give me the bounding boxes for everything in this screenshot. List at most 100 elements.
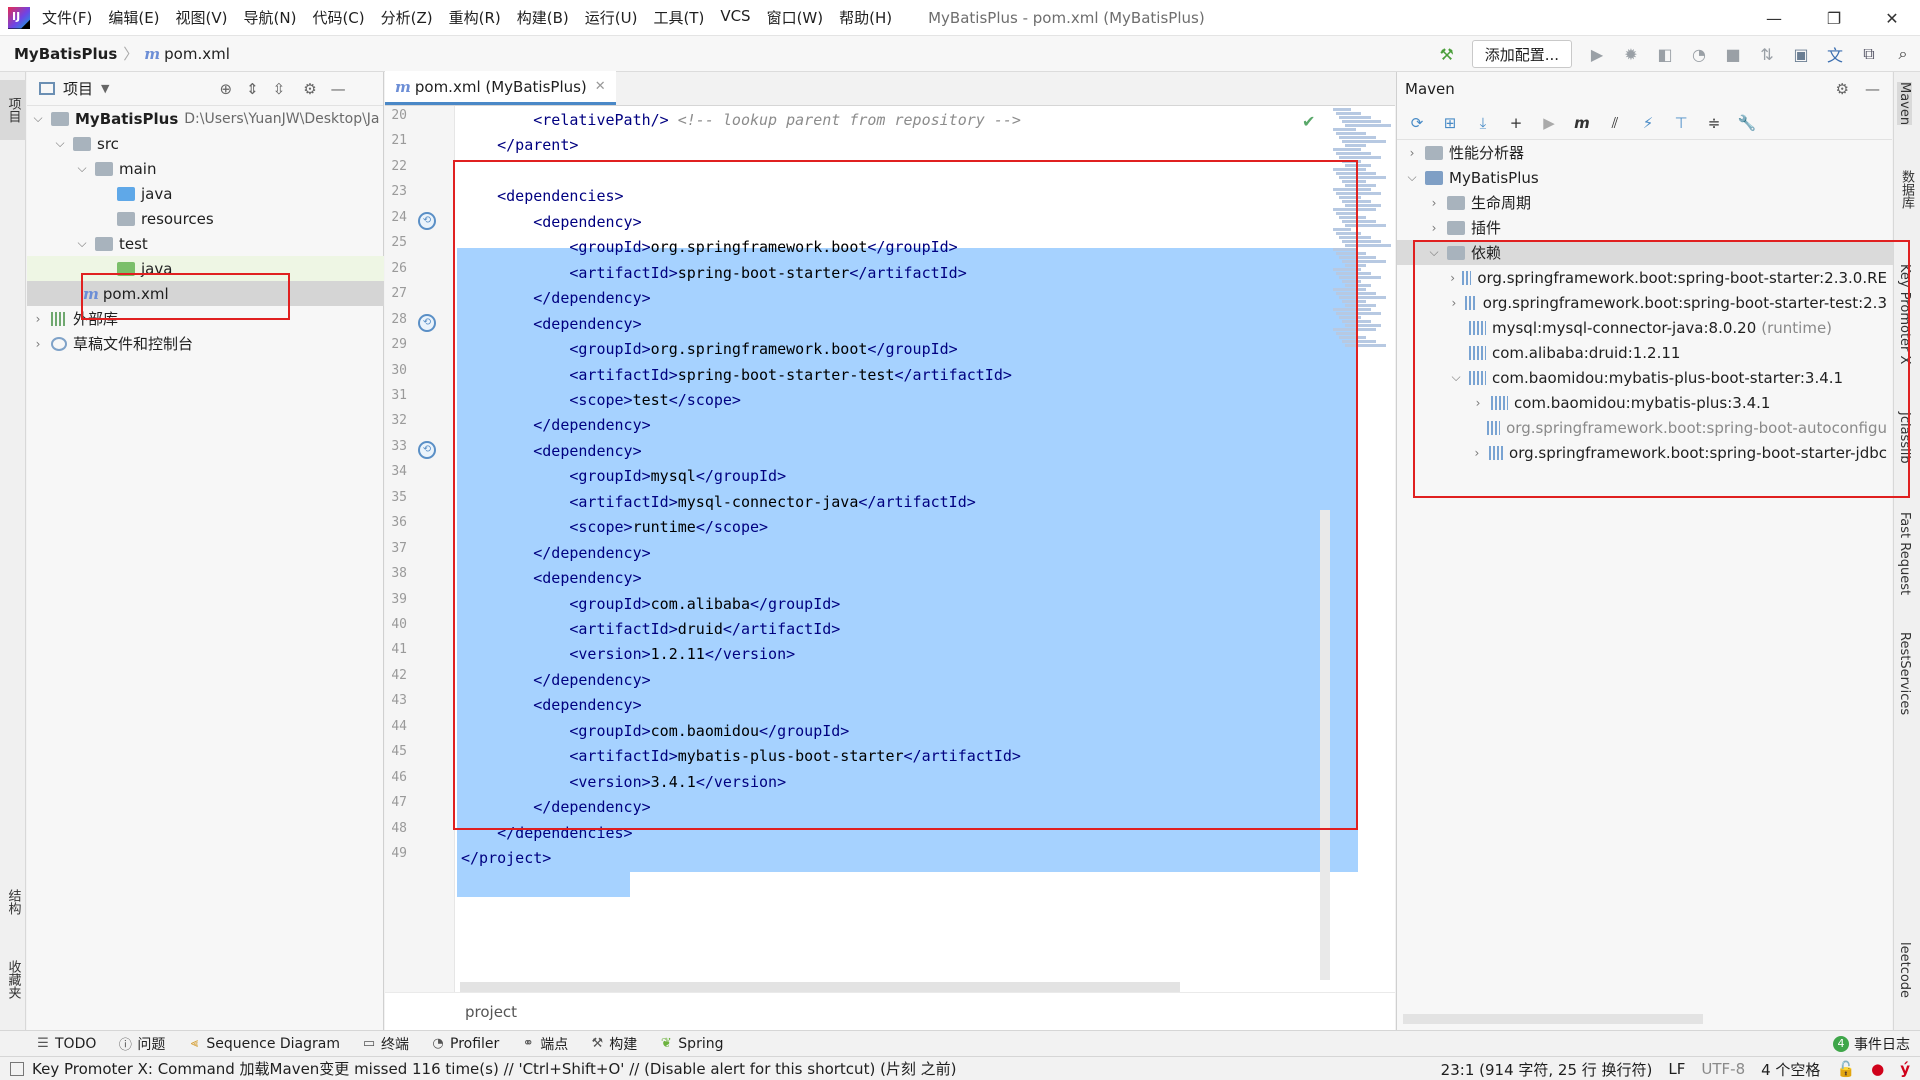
maven-tree-node[interactable]: › 生命周期 <box>1427 190 1887 215</box>
hide-panel-icon[interactable]: — <box>331 80 346 98</box>
toggle-tool-windows-icon[interactable] <box>10 1061 24 1076</box>
chevron-right-icon[interactable]: › <box>1427 196 1441 210</box>
wrench-icon[interactable]: 🔧 <box>1735 111 1759 135</box>
collapse-all-icon[interactable]: ≑ <box>1702 111 1726 135</box>
chevron-down-icon[interactable]: ⌵ <box>53 136 67 151</box>
execute-goal-icon[interactable]: m <box>1570 111 1594 135</box>
tree-node-src[interactable]: ⌵ src <box>27 131 384 156</box>
tool-problems[interactable]: ⓘ 问题 <box>118 1034 166 1054</box>
reload-icon[interactable]: ⟳ <box>1405 111 1429 135</box>
database-tool-tab[interactable]: 数据库 <box>1897 170 1916 209</box>
run-icon[interactable]: ▶ <box>1584 41 1610 67</box>
profile-icon[interactable]: ◔ <box>1686 41 1712 67</box>
hide-panel-icon[interactable]: — <box>1865 80 1880 98</box>
minimize-button[interactable]: — <box>1746 0 1802 36</box>
event-log[interactable]: 4 事件日志 <box>1833 1034 1910 1054</box>
menu-item[interactable]: 工具(T) <box>653 7 704 28</box>
menu-item[interactable]: 代码(C) <box>312 7 364 28</box>
presentation-icon[interactable]: ⧉ <box>1856 41 1882 67</box>
project-panel-title[interactable]: 项目 <box>63 78 93 99</box>
tool-todo[interactable]: ☰ TODO <box>36 1036 96 1052</box>
show-dependencies-icon[interactable]: ⊤ <box>1669 111 1693 135</box>
project-tool-tab[interactable]: 项目 <box>0 80 26 140</box>
coverage-icon[interactable]: ◧ <box>1652 41 1678 67</box>
structure-tool-tab[interactable]: 结构 <box>0 872 26 932</box>
caret-position[interactable]: 23:1 (914 字符, 25 行 换行符) <box>1441 1059 1653 1080</box>
chevron-down-icon[interactable]: ⌵ <box>1405 170 1419 185</box>
code-line[interactable]: </parent> <box>461 133 578 158</box>
locate-icon[interactable]: ⊕ <box>219 80 232 98</box>
breadcrumb-file[interactable]: pom.xml <box>164 45 230 63</box>
tool-spring[interactable]: ❦ Spring <box>659 1036 724 1052</box>
chevron-right-icon[interactable]: › <box>1427 221 1441 235</box>
chevron-right-icon[interactable]: › <box>31 312 45 326</box>
add-configuration-button[interactable]: 添加配置... <box>1471 40 1572 68</box>
tool-build[interactable]: ⚒ 构建 <box>590 1034 637 1054</box>
inspection-ok-icon[interactable]: ✔ <box>1302 112 1315 131</box>
maven-tree-node[interactable]: › 性能分析器 <box>1405 140 1887 165</box>
intellij-logo-icon[interactable]: IJ <box>8 6 30 29</box>
chevron-down-icon[interactable]: ⌵ <box>75 236 89 251</box>
project-structure-icon[interactable]: ▣ <box>1788 41 1814 67</box>
menu-item[interactable]: 文件(F) <box>42 7 92 28</box>
translate-icon[interactable]: 文 <box>1822 41 1848 67</box>
tool-sequence-diagram[interactable]: ⫷ Sequence Diagram <box>187 1036 340 1052</box>
skip-tests-icon[interactable]: ⚡ <box>1636 111 1660 135</box>
chevron-right-icon[interactable]: › <box>31 337 45 351</box>
menu-item[interactable]: 窗口(W) <box>767 7 824 28</box>
tool-profiler[interactable]: ◔ Profiler <box>431 1036 499 1052</box>
menu-item[interactable]: 构建(B) <box>517 7 569 28</box>
chevron-down-icon[interactable]: ⌵ <box>31 111 45 126</box>
search-icon[interactable]: ⌕ <box>1890 41 1916 67</box>
tool-endpoints[interactable]: ⚭ 端点 <box>521 1034 568 1054</box>
leetcode-tool-tab[interactable]: leetcode <box>1897 942 1912 998</box>
fast-request-tool-tab[interactable]: Fast Request <box>1897 512 1912 595</box>
menu-item[interactable]: 导航(N) <box>244 7 297 28</box>
tree-node-main-java[interactable]: java <box>27 181 384 206</box>
add-project-folder-icon[interactable]: ⊞ <box>1438 111 1462 135</box>
menu-item[interactable]: 重构(R) <box>449 7 501 28</box>
tree-node-resources[interactable]: resources <box>27 206 384 231</box>
dependency-gutter-icon[interactable]: ⟲ <box>418 211 436 230</box>
tree-node-scratches[interactable]: › 草稿文件和控制台 <box>27 331 384 356</box>
plugin-icon[interactable]: ý <box>1900 1060 1910 1078</box>
code-line[interactable]: </project> <box>461 846 551 871</box>
tree-node-project-root[interactable]: ⌵ MyBatisPlus D:\Users\YuanJW\Desktop\Ja <box>27 106 384 131</box>
menu-item[interactable]: 运行(U) <box>585 7 638 28</box>
menu-item[interactable]: 分析(Z) <box>381 7 433 28</box>
gear-icon[interactable]: ⚙ <box>303 80 316 98</box>
menu-item[interactable]: 视图(V) <box>176 7 228 28</box>
toggle-offline-icon[interactable]: ⫽ <box>1603 111 1627 135</box>
run-icon[interactable]: ▶ <box>1537 111 1561 135</box>
stop-icon[interactable]: ■ <box>1720 41 1746 67</box>
chevron-down-icon[interactable]: ▼ <box>101 82 109 95</box>
close-button[interactable]: ✕ <box>1864 0 1920 36</box>
horizontal-scrollbar[interactable] <box>1403 1014 1703 1024</box>
vcs-icon[interactable]: ⇅ <box>1754 41 1780 67</box>
breadcrumb-project[interactable]: MyBatisPlus <box>14 45 117 63</box>
menu-item[interactable]: 编辑(E) <box>108 7 159 28</box>
tab-pom-xml[interactable]: m pom.xml (MyBatisPlus) ✕ <box>385 71 616 105</box>
maven-tool-tab[interactable]: Maven <box>1897 82 1912 126</box>
menu-item[interactable]: 帮助(H) <box>839 7 892 28</box>
tool-terminal[interactable]: ▭ 终端 <box>362 1034 409 1054</box>
indent-setting[interactable]: 4 个空格 <box>1761 1059 1820 1080</box>
maven-tree-node[interactable]: › 插件 <box>1427 215 1887 240</box>
code-line[interactable]: <relativePath/> <!-- lookup parent from … <box>461 108 1021 133</box>
build-hammer-icon[interactable]: ⚒ <box>1434 41 1460 67</box>
add-icon[interactable]: + <box>1504 111 1528 135</box>
file-encoding[interactable]: UTF-8 <box>1701 1060 1745 1078</box>
download-icon[interactable]: ⤓ <box>1471 111 1495 135</box>
tree-node-test[interactable]: ⌵ test <box>27 231 384 256</box>
horizontal-scrollbar[interactable] <box>460 982 1180 992</box>
debug-icon[interactable]: ✹ <box>1618 41 1644 67</box>
collapse-all-icon[interactable]: ⇳ <box>273 80 286 98</box>
status-message[interactable]: Key Promoter X: Command 加载Maven变更 missed… <box>32 1058 957 1079</box>
error-icon[interactable]: ● <box>1871 1060 1884 1078</box>
rest-services-tool-tab[interactable]: RestServices <box>1897 632 1912 715</box>
chevron-down-icon[interactable]: ⌵ <box>75 161 89 176</box>
editor-breadcrumb-item[interactable]: project <box>465 1003 517 1021</box>
expand-all-icon[interactable]: ⇕ <box>246 80 259 98</box>
line-separator[interactable]: LF <box>1668 1060 1685 1078</box>
chevron-right-icon[interactable]: › <box>1405 146 1419 160</box>
